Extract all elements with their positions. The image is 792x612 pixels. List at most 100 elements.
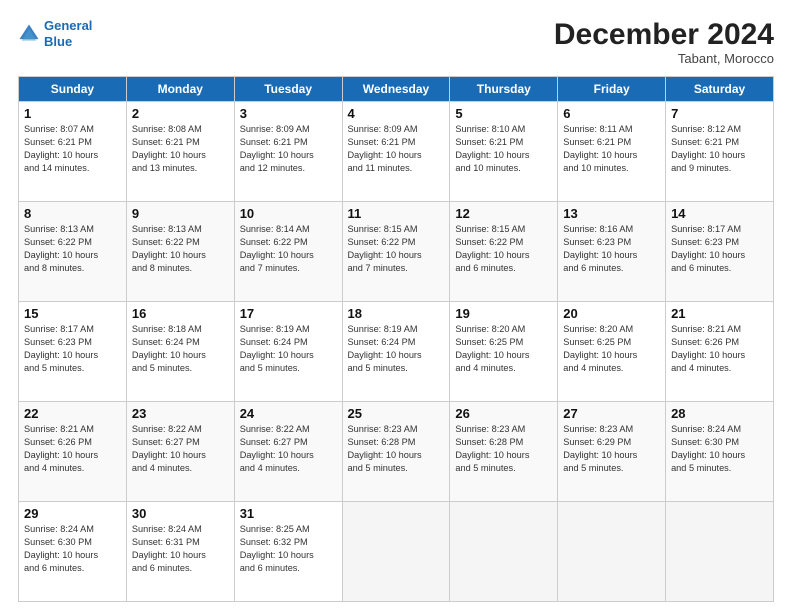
- day-info: Sunrise: 8:23 AM Sunset: 6:28 PM Dayligh…: [348, 423, 445, 475]
- day-header-saturday: Saturday: [666, 77, 774, 102]
- day-number: 28: [671, 406, 768, 421]
- logo-general: General: [44, 18, 92, 33]
- logo-blue: Blue: [44, 34, 72, 49]
- day-header-tuesday: Tuesday: [234, 77, 342, 102]
- calendar-cell: 11 Sunrise: 8:15 AM Sunset: 6:22 PM Dayli…: [342, 202, 450, 302]
- day-info: Sunrise: 8:07 AM Sunset: 6:21 PM Dayligh…: [24, 123, 121, 175]
- day-info: Sunrise: 8:17 AM Sunset: 6:23 PM Dayligh…: [671, 223, 768, 275]
- day-number: 31: [240, 506, 337, 521]
- day-info: Sunrise: 8:15 AM Sunset: 6:22 PM Dayligh…: [455, 223, 552, 275]
- calendar-cell: 3 Sunrise: 8:09 AM Sunset: 6:21 PM Daylig…: [234, 102, 342, 202]
- calendar-cell: [666, 502, 774, 602]
- day-header-friday: Friday: [558, 77, 666, 102]
- page: General Blue December 2024 Tabant, Moroc…: [0, 0, 792, 612]
- calendar-cell: 31Sunrise: 8:25 AM Sunset: 6:32 PM Dayli…: [234, 502, 342, 602]
- day-number: 22: [24, 406, 121, 421]
- day-info: Sunrise: 8:21 AM Sunset: 6:26 PM Dayligh…: [24, 423, 121, 475]
- calendar-cell: 14 Sunrise: 8:17 AM Sunset: 6:23 PM Dayli…: [666, 202, 774, 302]
- day-info: Sunrise: 8:24 AM Sunset: 6:31 PM Dayligh…: [132, 523, 229, 575]
- calendar-cell: 12 Sunrise: 8:15 AM Sunset: 6:22 PM Dayli…: [450, 202, 558, 302]
- calendar-cell: 24 Sunrise: 8:22 AM Sunset: 6:27 PM Dayli…: [234, 402, 342, 502]
- calendar-cell: 21 Sunrise: 8:21 AM Sunset: 6:26 PM Dayli…: [666, 302, 774, 402]
- calendar-week-4: 22 Sunrise: 8:21 AM Sunset: 6:26 PM Dayli…: [19, 402, 774, 502]
- day-info: Sunrise: 8:19 AM Sunset: 6:24 PM Dayligh…: [348, 323, 445, 375]
- day-info: Sunrise: 8:23 AM Sunset: 6:28 PM Dayligh…: [455, 423, 552, 475]
- calendar-cell: 16 Sunrise: 8:18 AM Sunset: 6:24 PM Dayli…: [126, 302, 234, 402]
- title-block: December 2024 Tabant, Morocco: [554, 18, 774, 66]
- header: General Blue December 2024 Tabant, Moroc…: [18, 18, 774, 66]
- calendar-table: SundayMondayTuesdayWednesdayThursdayFrid…: [18, 76, 774, 602]
- logo-text: General Blue: [44, 18, 92, 49]
- calendar-cell: 25 Sunrise: 8:23 AM Sunset: 6:28 PM Dayli…: [342, 402, 450, 502]
- calendar-cell: 7 Sunrise: 8:12 AM Sunset: 6:21 PM Daylig…: [666, 102, 774, 202]
- calendar-cell: 13 Sunrise: 8:16 AM Sunset: 6:23 PM Dayli…: [558, 202, 666, 302]
- day-number: 3: [240, 106, 337, 121]
- day-number: 19: [455, 306, 552, 321]
- logo-icon: [18, 23, 40, 45]
- calendar-cell: 28Sunrise: 8:24 AM Sunset: 6:30 PM Dayli…: [666, 402, 774, 502]
- day-header-wednesday: Wednesday: [342, 77, 450, 102]
- day-number: 15: [24, 306, 121, 321]
- calendar-cell: 8Sunrise: 8:13 AM Sunset: 6:22 PM Daylig…: [19, 202, 127, 302]
- day-number: 16: [132, 306, 229, 321]
- day-info: Sunrise: 8:20 AM Sunset: 6:25 PM Dayligh…: [455, 323, 552, 375]
- day-number: 27: [563, 406, 660, 421]
- location: Tabant, Morocco: [554, 51, 774, 66]
- day-info: Sunrise: 8:17 AM Sunset: 6:23 PM Dayligh…: [24, 323, 121, 375]
- day-number: 6: [563, 106, 660, 121]
- day-number: 13: [563, 206, 660, 221]
- logo: General Blue: [18, 18, 92, 49]
- day-info: Sunrise: 8:20 AM Sunset: 6:25 PM Dayligh…: [563, 323, 660, 375]
- day-number: 29: [24, 506, 121, 521]
- day-number: 21: [671, 306, 768, 321]
- day-number: 18: [348, 306, 445, 321]
- day-number: 30: [132, 506, 229, 521]
- calendar-cell: 19 Sunrise: 8:20 AM Sunset: 6:25 PM Dayli…: [450, 302, 558, 402]
- day-number: 4: [348, 106, 445, 121]
- day-info: Sunrise: 8:21 AM Sunset: 6:26 PM Dayligh…: [671, 323, 768, 375]
- calendar-cell: 1Sunrise: 8:07 AM Sunset: 6:21 PM Daylig…: [19, 102, 127, 202]
- calendar-cell: 4 Sunrise: 8:09 AM Sunset: 6:21 PM Daylig…: [342, 102, 450, 202]
- day-info: Sunrise: 8:24 AM Sunset: 6:30 PM Dayligh…: [24, 523, 121, 575]
- calendar-cell: 5Sunrise: 8:10 AM Sunset: 6:21 PM Daylig…: [450, 102, 558, 202]
- calendar-cell: 17Sunrise: 8:19 AM Sunset: 6:24 PM Dayli…: [234, 302, 342, 402]
- day-info: Sunrise: 8:09 AM Sunset: 6:21 PM Dayligh…: [240, 123, 337, 175]
- day-info: Sunrise: 8:22 AM Sunset: 6:27 PM Dayligh…: [240, 423, 337, 475]
- calendar-cell: 22 Sunrise: 8:21 AM Sunset: 6:26 PM Dayli…: [19, 402, 127, 502]
- day-header-sunday: Sunday: [19, 77, 127, 102]
- day-info: Sunrise: 8:19 AM Sunset: 6:24 PM Dayligh…: [240, 323, 337, 375]
- day-number: 12: [455, 206, 552, 221]
- calendar-week-5: 29 Sunrise: 8:24 AM Sunset: 6:30 PM Dayli…: [19, 502, 774, 602]
- calendar-week-1: 1Sunrise: 8:07 AM Sunset: 6:21 PM Daylig…: [19, 102, 774, 202]
- calendar-cell: 23 Sunrise: 8:22 AM Sunset: 6:27 PM Dayli…: [126, 402, 234, 502]
- day-number: 25: [348, 406, 445, 421]
- day-info: Sunrise: 8:15 AM Sunset: 6:22 PM Dayligh…: [348, 223, 445, 275]
- calendar-week-2: 8Sunrise: 8:13 AM Sunset: 6:22 PM Daylig…: [19, 202, 774, 302]
- day-number: 26: [455, 406, 552, 421]
- day-number: 9: [132, 206, 229, 221]
- month-title: December 2024: [554, 18, 774, 51]
- day-number: 20: [563, 306, 660, 321]
- calendar-cell: 26 Sunrise: 8:23 AM Sunset: 6:28 PM Dayli…: [450, 402, 558, 502]
- day-info: Sunrise: 8:12 AM Sunset: 6:21 PM Dayligh…: [671, 123, 768, 175]
- day-info: Sunrise: 8:22 AM Sunset: 6:27 PM Dayligh…: [132, 423, 229, 475]
- day-number: 11: [348, 206, 445, 221]
- day-number: 7: [671, 106, 768, 121]
- day-info: Sunrise: 8:13 AM Sunset: 6:22 PM Dayligh…: [24, 223, 121, 275]
- calendar-cell: 2Sunrise: 8:08 AM Sunset: 6:21 PM Daylig…: [126, 102, 234, 202]
- day-info: Sunrise: 8:14 AM Sunset: 6:22 PM Dayligh…: [240, 223, 337, 275]
- day-header-thursday: Thursday: [450, 77, 558, 102]
- day-info: Sunrise: 8:18 AM Sunset: 6:24 PM Dayligh…: [132, 323, 229, 375]
- day-info: Sunrise: 8:16 AM Sunset: 6:23 PM Dayligh…: [563, 223, 660, 275]
- day-number: 23: [132, 406, 229, 421]
- day-number: 14: [671, 206, 768, 221]
- day-info: Sunrise: 8:09 AM Sunset: 6:21 PM Dayligh…: [348, 123, 445, 175]
- calendar-header-row: SundayMondayTuesdayWednesdayThursdayFrid…: [19, 77, 774, 102]
- day-info: Sunrise: 8:23 AM Sunset: 6:29 PM Dayligh…: [563, 423, 660, 475]
- day-number: 24: [240, 406, 337, 421]
- day-info: Sunrise: 8:10 AM Sunset: 6:21 PM Dayligh…: [455, 123, 552, 175]
- day-number: 10: [240, 206, 337, 221]
- day-header-monday: Monday: [126, 77, 234, 102]
- day-number: 2: [132, 106, 229, 121]
- calendar-cell: 27 Sunrise: 8:23 AM Sunset: 6:29 PM Dayli…: [558, 402, 666, 502]
